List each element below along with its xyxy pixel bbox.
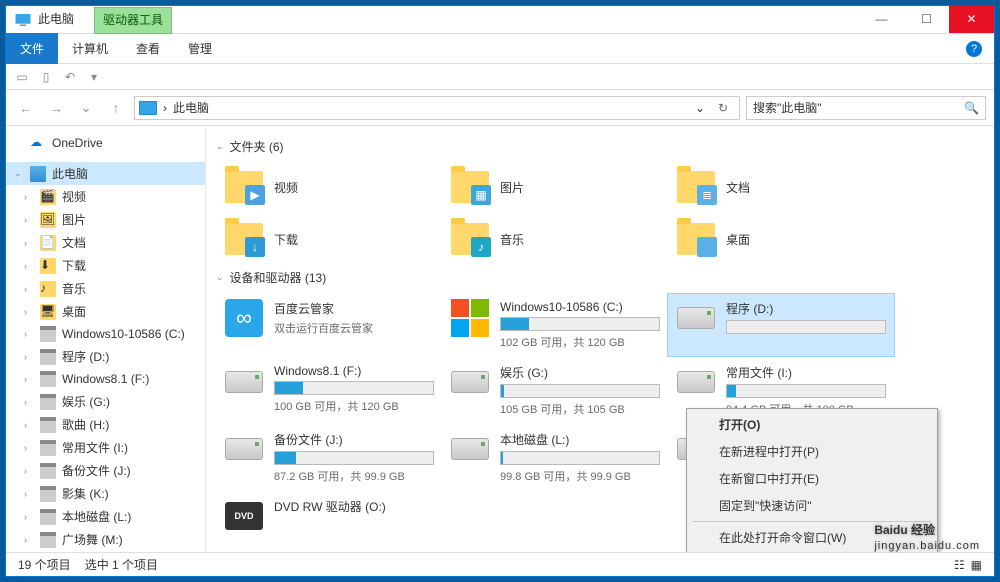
- folders-group-header[interactable]: ⌄文件夹 (6): [216, 138, 984, 155]
- quick-access-toolbar: ▭ ▯ ↶ ▾: [6, 64, 994, 90]
- new-folder-icon[interactable]: ▯: [38, 69, 54, 85]
- search-icon: 🔍: [964, 101, 979, 115]
- tab-view[interactable]: 查看: [122, 33, 174, 64]
- folder-item[interactable]: 桌面: [668, 215, 894, 263]
- folder-item[interactable]: ↓下载: [216, 215, 442, 263]
- back-button[interactable]: ←: [14, 96, 38, 120]
- nav-item[interactable]: ›娱乐 (G:): [6, 390, 205, 413]
- nav-item[interactable]: ›歌曲 (H:): [6, 413, 205, 436]
- tab-manage[interactable]: 管理: [174, 33, 226, 64]
- drive-item[interactable]: 娱乐 (G:)105 GB 可用，共 105 GB: [442, 358, 668, 423]
- nav-item[interactable]: ›常用文件 (I:): [6, 436, 205, 459]
- context-menu-item[interactable]: 固定到"快速访问": [689, 492, 935, 519]
- address-bar[interactable]: › 此电脑 ⌄ ↻: [134, 96, 740, 120]
- up-button[interactable]: ↑: [104, 96, 128, 120]
- nav-item[interactable]: ›🎬视频: [6, 185, 205, 208]
- refresh-button[interactable]: ↻: [711, 101, 735, 115]
- search-placeholder: 搜索"此电脑": [753, 99, 822, 116]
- nav-item[interactable]: ›📄文档: [6, 231, 205, 254]
- explorer-window: 此电脑 驱动器工具 — ☐ ✕ 文件 计算机 查看 管理 ? ▭ ▯ ↶ ▾ ←…: [5, 5, 995, 577]
- ribbon-tabs: 文件 计算机 查看 管理 ?: [6, 34, 994, 64]
- this-pc-icon: [14, 11, 32, 29]
- window-title: 此电脑: [38, 10, 74, 27]
- drive-item[interactable]: DVDDVD RW 驱动器 (O:): [216, 492, 442, 540]
- nav-item[interactable]: ›Windows8.1 (F:): [6, 368, 205, 390]
- drive-item[interactable]: Windows8.1 (F:)100 GB 可用，共 120 GB: [216, 358, 442, 423]
- nav-item[interactable]: ›🖼图片: [6, 208, 205, 231]
- context-menu-item[interactable]: 🔒启用 BitLocker(B): [689, 551, 935, 552]
- drive-tools-context-tab[interactable]: 驱动器工具: [94, 7, 172, 34]
- search-input[interactable]: 搜索"此电脑" 🔍: [746, 96, 986, 120]
- drive-item[interactable]: 本地磁盘 (L:)99.8 GB 可用，共 99.9 GB: [442, 425, 668, 490]
- recent-dropdown[interactable]: ⌄: [74, 96, 98, 120]
- breadcrumb-dropdown[interactable]: ⌄: [695, 101, 705, 115]
- qat-dropdown-icon[interactable]: ▾: [86, 69, 102, 85]
- folder-item[interactable]: ≣文档: [668, 163, 894, 211]
- context-menu-item[interactable]: 在新进程中打开(P): [689, 438, 935, 465]
- nav-item[interactable]: ›♪音乐: [6, 277, 205, 300]
- title-bar: 此电脑 驱动器工具 — ☐ ✕: [6, 6, 994, 34]
- close-button[interactable]: ✕: [949, 5, 994, 33]
- drives-group-header[interactable]: ⌄设备和驱动器 (13): [216, 269, 984, 286]
- address-bar-row: ← → ⌄ ↑ › 此电脑 ⌄ ↻ 搜索"此电脑" 🔍: [6, 90, 994, 126]
- tab-computer[interactable]: 计算机: [58, 33, 122, 64]
- address-pc-icon: [139, 101, 157, 115]
- forward-button[interactable]: →: [44, 96, 68, 120]
- nav-item[interactable]: ›Windows10-10586 (C:): [6, 323, 205, 345]
- drive-item[interactable]: 备份文件 (J:)87.2 GB 可用，共 99.9 GB: [216, 425, 442, 490]
- help-icon[interactable]: ?: [966, 41, 982, 57]
- view-details-icon[interactable]: ☷: [954, 558, 965, 572]
- context-menu: 打开(O)在新进程中打开(P)在新窗口中打开(E)固定到"快速访问" 在此处打开命…: [686, 408, 938, 552]
- nav-item[interactable]: ›本地磁盘 (L:): [6, 505, 205, 528]
- context-menu-item[interactable]: 在新窗口中打开(E): [689, 465, 935, 492]
- nav-item[interactable]: ›备份文件 (J:): [6, 459, 205, 482]
- drive-item[interactable]: ∞百度云管家双击运行百度云管家: [216, 294, 442, 356]
- navigation-pane[interactable]: ☁OneDrive ⌄此电脑 ›🎬视频›🖼图片›📄文档›⬇下载›♪音乐›🖥桌面›…: [6, 126, 206, 552]
- item-count: 19 个项目: [18, 556, 71, 573]
- nav-item[interactable]: ›程序 (D:): [6, 345, 205, 368]
- properties-icon[interactable]: ▭: [14, 69, 30, 85]
- nav-item[interactable]: ›(N:): [6, 551, 205, 552]
- nav-this-pc[interactable]: ⌄此电脑: [6, 162, 205, 185]
- drive-item[interactable]: Windows10-10586 (C:)102 GB 可用，共 120 GB: [442, 294, 668, 356]
- undo-icon[interactable]: ↶: [62, 69, 78, 85]
- context-menu-item[interactable]: 在此处打开命令窗口(W): [689, 524, 935, 551]
- nav-item[interactable]: ›🖥桌面: [6, 300, 205, 323]
- context-menu-item[interactable]: 打开(O): [689, 411, 935, 438]
- nav-item[interactable]: ›⬇下载: [6, 254, 205, 277]
- status-bar: 19 个项目 选中 1 个项目 ☷ ▦: [6, 552, 994, 576]
- selection-count: 选中 1 个项目: [85, 556, 158, 573]
- folder-item[interactable]: ▦图片: [442, 163, 668, 211]
- minimize-button[interactable]: —: [859, 5, 904, 33]
- folder-item[interactable]: ♪音乐: [442, 215, 668, 263]
- nav-onedrive[interactable]: ☁OneDrive: [6, 132, 205, 154]
- folder-item[interactable]: ▶视频: [216, 163, 442, 211]
- drive-item[interactable]: 程序 (D:): [668, 294, 894, 356]
- tab-file[interactable]: 文件: [6, 33, 58, 64]
- nav-item[interactable]: ›广场舞 (M:): [6, 528, 205, 551]
- breadcrumb[interactable]: 此电脑: [173, 99, 689, 116]
- view-large-icon[interactable]: ▦: [971, 558, 982, 572]
- maximize-button[interactable]: ☐: [904, 5, 949, 33]
- nav-item[interactable]: ›影集 (K:): [6, 482, 205, 505]
